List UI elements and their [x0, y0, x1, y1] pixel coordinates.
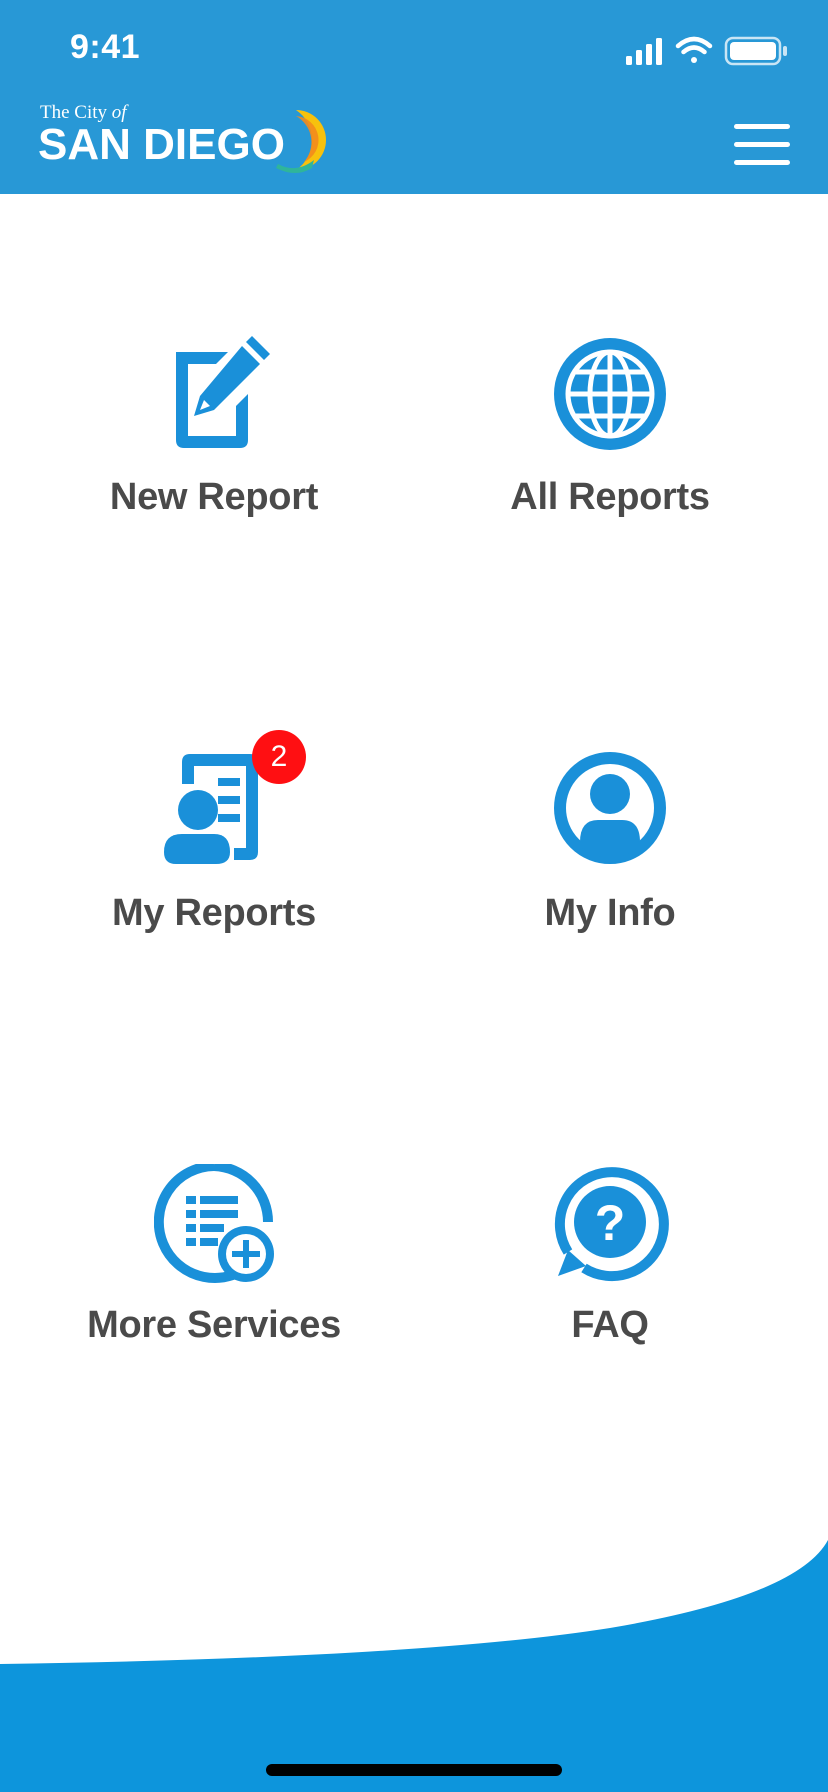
- home-screen: 9:41 The City of SAN DIEGO New Report Al…: [0, 0, 828, 1792]
- my-info-label: My Info: [544, 892, 676, 934]
- question-circle-icon: ?: [554, 1167, 669, 1282]
- edit-document-icon: [176, 336, 270, 448]
- faq-label: FAQ: [571, 1304, 649, 1346]
- globe-icon: [554, 338, 666, 450]
- faq-button[interactable]: ? FAQ: [410, 1164, 810, 1347]
- app-header: 9:41 The City of SAN DIEGO: [0, 0, 828, 194]
- battery-icon: [724, 36, 787, 66]
- signal-icon: [626, 38, 662, 65]
- home-indicator[interactable]: [266, 1764, 562, 1776]
- city-logo: The City of SAN DIEGO: [38, 98, 326, 173]
- list-add-icon: [153, 1161, 274, 1283]
- status-time: 9:41: [70, 28, 141, 66]
- new-report-label: New Report: [109, 476, 319, 518]
- all-reports-label: All Reports: [510, 476, 710, 518]
- user-circle-icon: [554, 752, 666, 864]
- my-reports-label: My Reports: [112, 892, 316, 934]
- more-services-label: More Services: [87, 1304, 341, 1346]
- footer-wave: [0, 1540, 828, 1792]
- logo-sun-icon: [276, 110, 326, 173]
- svg-text:?: ?: [595, 1195, 626, 1251]
- hamburger-menu-icon[interactable]: [734, 124, 790, 166]
- new-report-button[interactable]: New Report: [14, 336, 414, 519]
- status-icons: [626, 36, 787, 66]
- more-services-button[interactable]: More Services: [14, 1161, 414, 1347]
- wifi-icon: [675, 36, 713, 63]
- logo-wordmark: SAN DIEGO: [38, 120, 285, 169]
- my-info-button[interactable]: My Info: [410, 752, 810, 935]
- all-reports-button[interactable]: All Reports: [410, 336, 810, 519]
- notification-badge: 2: [252, 730, 306, 784]
- my-reports-button[interactable]: 2 My Reports: [14, 730, 414, 935]
